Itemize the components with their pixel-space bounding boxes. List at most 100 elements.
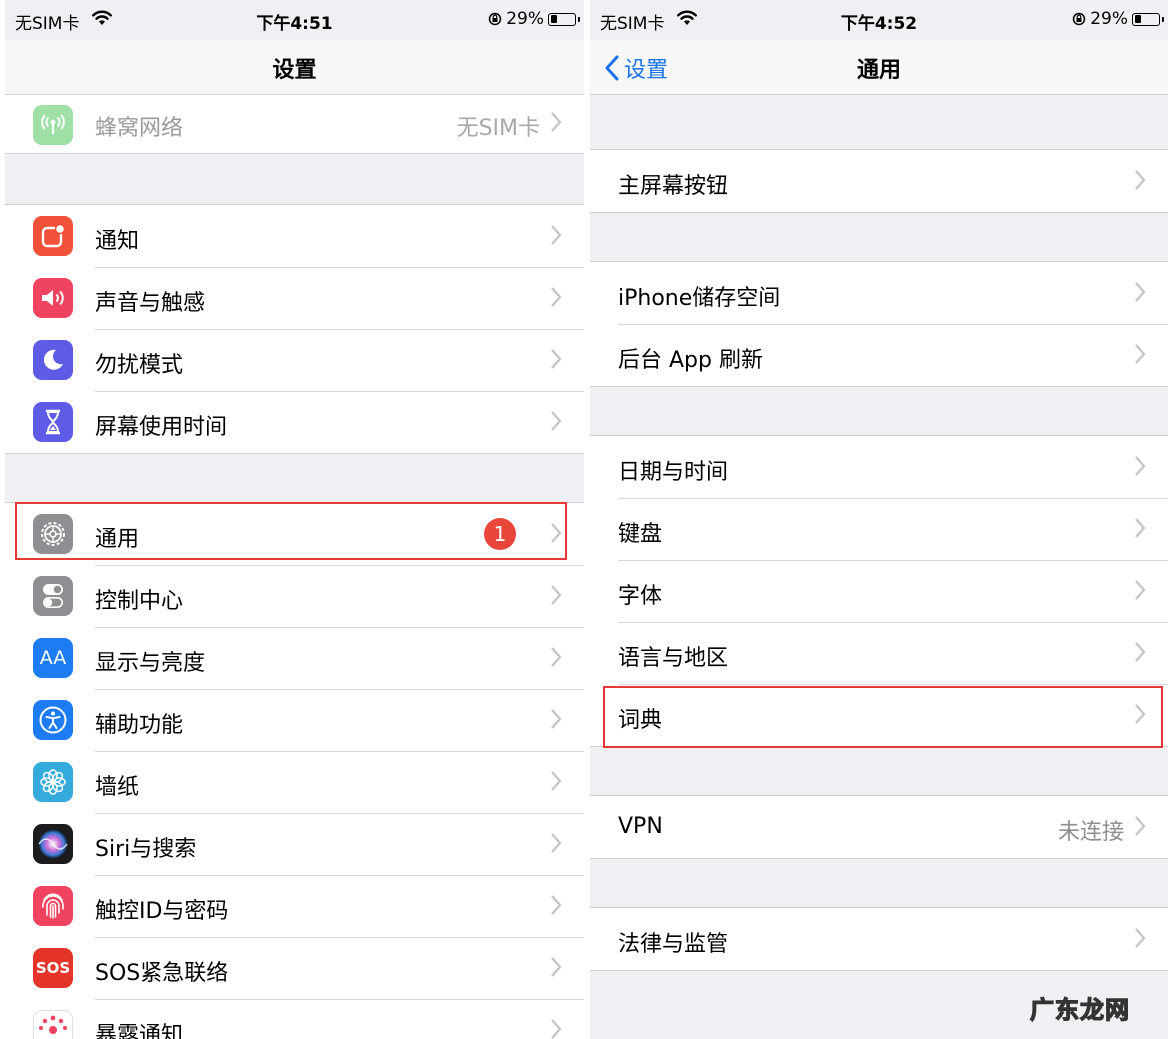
settings-row-touch-id[interactable]: 触控ID与密码: [5, 875, 584, 937]
general-group-2: iPhone储存空间 后台 App 刷新: [590, 261, 1168, 387]
settings-row-exposure[interactable]: 暴露通知: [5, 999, 584, 1039]
general-row-keyboard[interactable]: 键盘: [590, 498, 1168, 560]
general-row-vpn[interactable]: VPN 未连接: [590, 796, 1168, 858]
settings-row-label: Siri与搜索: [95, 837, 197, 862]
fingerprint-icon: [33, 886, 73, 926]
settings-row-label: 显示与亮度: [95, 651, 206, 676]
battery-level: [1134, 15, 1142, 23]
chevron-right-icon: [1135, 344, 1146, 364]
settings-row-wallpaper[interactable]: 墙纸: [5, 751, 584, 813]
general-row-label: 字体: [618, 584, 663, 609]
settings-row-accessibility[interactable]: 辅助功能: [5, 689, 584, 751]
gear-icon: [33, 514, 73, 554]
chevron-right-icon: [551, 895, 562, 915]
chevron-right-icon: [551, 225, 562, 245]
general-row-date-time[interactable]: 日期与时间: [590, 436, 1168, 498]
chevron-right-icon: [551, 585, 562, 605]
general-row-label: VPN: [618, 814, 663, 839]
general-row-home-button[interactable]: 主屏幕按钮: [590, 150, 1168, 212]
vpn-status: 未连接: [1057, 820, 1124, 845]
hourglass-icon: [33, 402, 73, 442]
settings-group-1: 通知 声音与触感 勿扰模式 屏幕使用时间: [5, 204, 584, 454]
settings-row-general[interactable]: 通用 1: [5, 503, 584, 565]
settings-row-sounds[interactable]: 声音与触感: [5, 267, 584, 329]
general-row-label: 主屏幕按钮: [618, 174, 729, 199]
chevron-right-icon: [551, 771, 562, 791]
chevron-right-icon: [1135, 816, 1146, 836]
settings-list: 蜂窝网络 无SIM卡 通知 声音与触感 勿扰模式 屏幕使用时间 通用 1 控制中…: [5, 95, 584, 1039]
watermark-logo: 广东龙网: [1029, 995, 1130, 1024]
moon-icon: [33, 340, 73, 380]
chevron-right-icon: [551, 523, 562, 543]
general-row-label: 日期与时间: [618, 460, 729, 485]
chevron-right-icon: [1135, 456, 1146, 476]
general-row-label: 语言与地区: [618, 646, 729, 671]
battery-percent: 29%: [1090, 9, 1128, 29]
chevron-right-icon: [551, 287, 562, 307]
general-group-5: 法律与监管: [590, 907, 1168, 971]
status-bar: 无SIM卡 下午4:52 29%: [590, 0, 1168, 40]
settings-row-screen-time[interactable]: 屏幕使用时间: [5, 391, 584, 453]
chevron-right-icon: [551, 411, 562, 431]
general-group-4: VPN 未连接: [590, 795, 1168, 859]
chevron-right-icon: [1135, 282, 1146, 302]
settings-row-label: 暴露通知: [95, 1023, 184, 1039]
settings-row-label: 控制中心: [95, 589, 184, 614]
general-row-label: 词典: [618, 708, 663, 733]
wallpaper-icon: [33, 762, 73, 802]
battery-level: [550, 15, 558, 23]
settings-row-control-center[interactable]: 控制中心: [5, 565, 584, 627]
battery-status: 29%: [488, 9, 580, 29]
general-group-1: 主屏幕按钮: [590, 149, 1168, 213]
settings-row-sos[interactable]: SOS SOS紧急联络: [5, 937, 584, 999]
notifications-icon: [33, 216, 73, 256]
cellular-group: 蜂窝网络 无SIM卡: [5, 95, 584, 154]
chevron-right-icon: [551, 957, 562, 977]
settings-row-label: 蜂窝网络: [95, 116, 184, 141]
notification-badge: 1: [484, 518, 516, 550]
chevron-right-icon: [1135, 170, 1146, 190]
orientation-lock-icon: [1072, 12, 1086, 26]
settings-row-label: 墙纸: [95, 775, 140, 800]
general-row-storage[interactable]: iPhone储存空间: [590, 262, 1168, 324]
settings-row-label: 通知: [95, 229, 140, 254]
chevron-right-icon: [551, 1019, 562, 1039]
battery-icon: [1132, 12, 1164, 26]
general-row-background-refresh[interactable]: 后台 App 刷新: [590, 324, 1168, 386]
general-row-label: 键盘: [618, 522, 663, 547]
accessibility-icon: [33, 700, 73, 740]
chevron-right-icon: [1135, 642, 1146, 662]
chevron-right-icon: [551, 647, 562, 667]
general-row-label: 后台 App 刷新: [618, 348, 763, 373]
battery-percent: 29%: [506, 9, 544, 29]
nav-bar: 设置 通用: [590, 40, 1168, 95]
general-list: 主屏幕按钮 iPhone储存空间 后台 App 刷新 日期与时间 键盘 字体 语…: [590, 95, 1168, 971]
settings-row-display[interactable]: AA 显示与亮度: [5, 627, 584, 689]
settings-row-do-not-disturb[interactable]: 勿扰模式: [5, 329, 584, 391]
settings-row-label: 触控ID与密码: [95, 899, 229, 924]
chevron-right-icon: [1135, 928, 1146, 948]
general-row-fonts[interactable]: 字体: [590, 560, 1168, 622]
status-bar: 无SIM卡 下午4:51 29%: [5, 0, 584, 40]
sounds-icon: [33, 278, 73, 318]
general-screen: 无SIM卡 下午4:52 29% 设置 通用 主屏幕按钮 iPhone储存空间 …: [590, 0, 1168, 1039]
settings-row-label: 通用: [95, 527, 140, 552]
nav-bar: 设置: [5, 40, 584, 95]
chevron-right-icon: [1135, 580, 1146, 600]
orientation-lock-icon: [488, 12, 502, 26]
settings-row-label: 勿扰模式: [95, 353, 184, 378]
chevron-right-icon: [1135, 518, 1146, 538]
settings-row-label: SOS紧急联络: [95, 961, 229, 986]
page-title: 设置: [272, 58, 317, 83]
settings-row-notifications[interactable]: 通知: [5, 205, 584, 267]
general-row-language-region[interactable]: 语言与地区: [590, 622, 1168, 684]
settings-screen: 无SIM卡 下午4:51 29% 设置 蜂窝网络 无SIM卡 通知 声音与触感 …: [5, 0, 584, 1039]
settings-row-label: 屏幕使用时间: [95, 415, 228, 440]
settings-row-siri[interactable]: Siri与搜索: [5, 813, 584, 875]
settings-row-label: 声音与触感: [95, 291, 206, 316]
general-group-3: 日期与时间 键盘 字体 语言与地区 词典: [590, 435, 1168, 747]
general-row-dictionary[interactable]: 词典: [590, 684, 1168, 746]
chevron-right-icon: [551, 112, 562, 132]
general-row-legal[interactable]: 法律与监管: [590, 908, 1168, 970]
settings-row-cellular[interactable]: 蜂窝网络 无SIM卡: [5, 95, 584, 153]
